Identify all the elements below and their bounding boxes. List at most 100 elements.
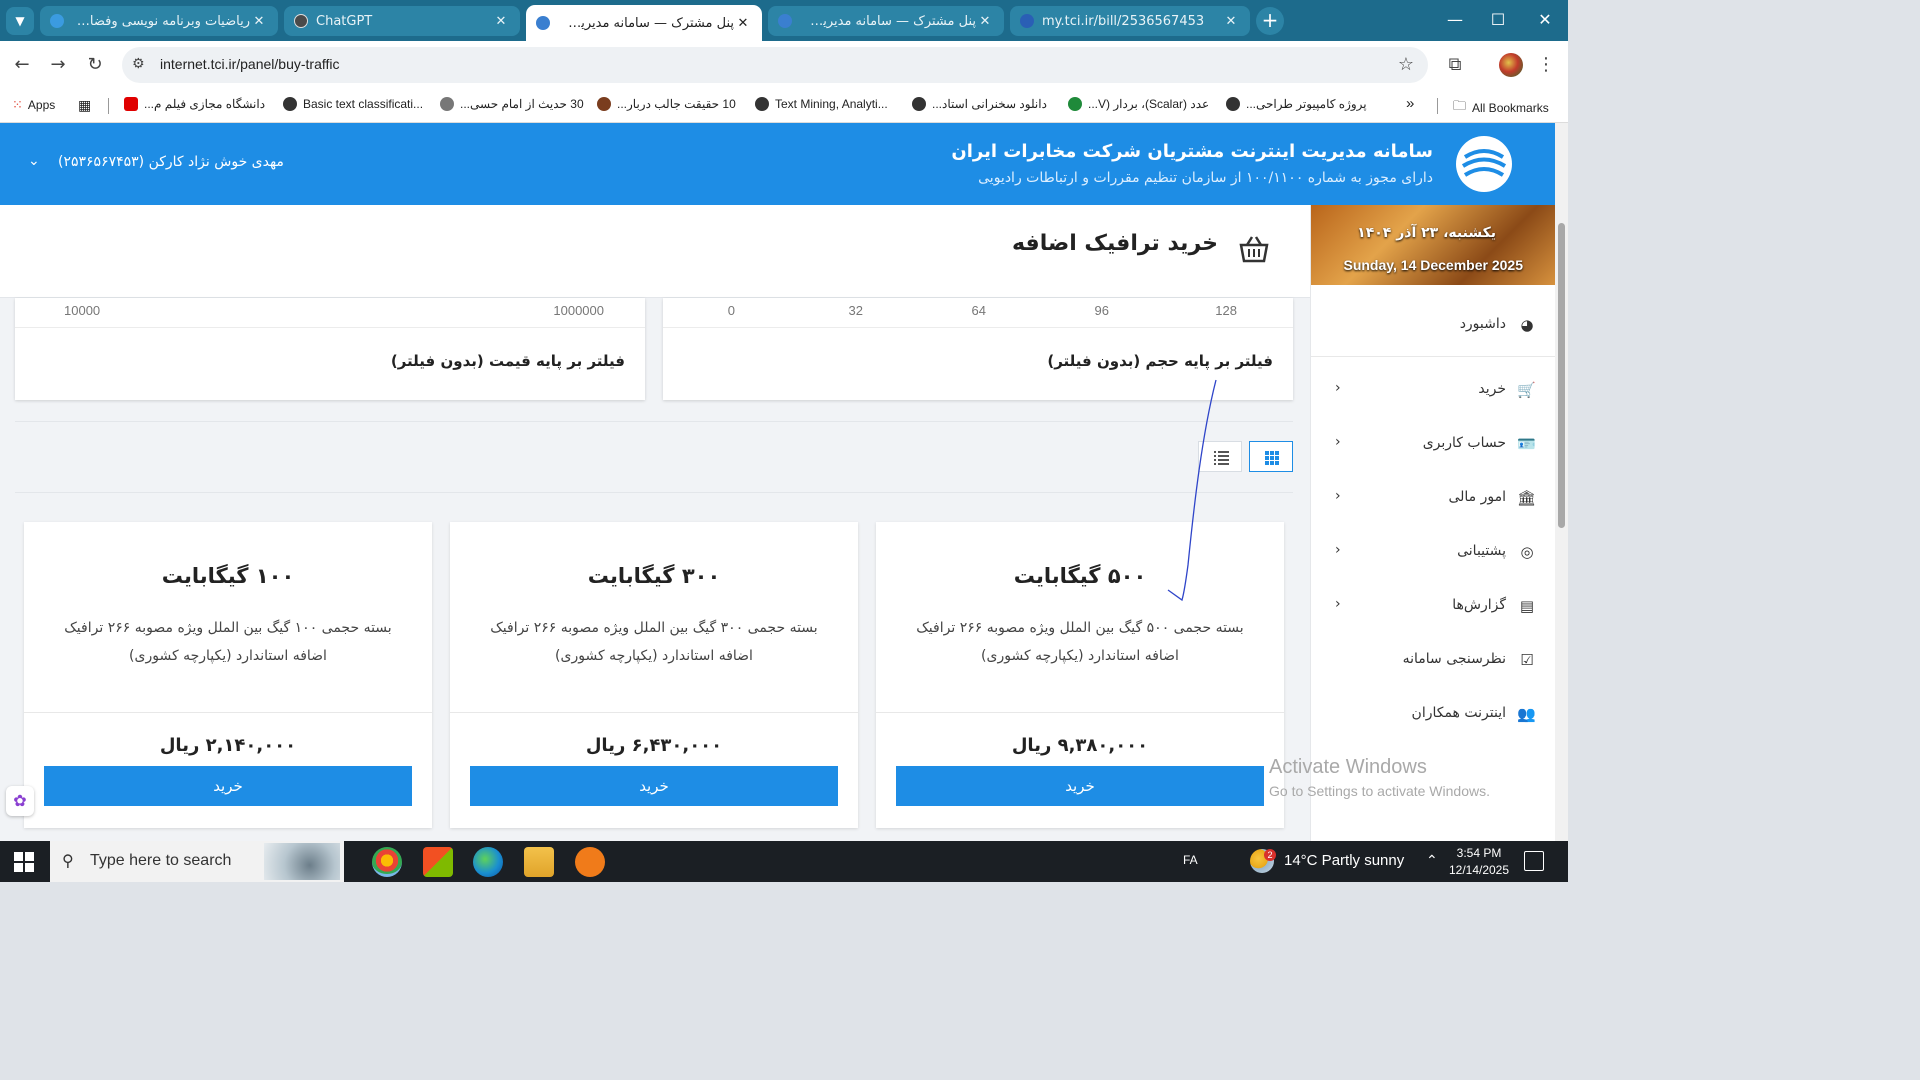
sidebar-item-buy[interactable]: 🛒 خرید ‹ <box>1311 366 1556 416</box>
tab-groups-button[interactable]: ▦ <box>78 97 91 114</box>
tab-title: پنل مشترک — سامانه مدیریت اینت <box>800 13 976 29</box>
chevron-left-icon: ‹ <box>1335 380 1341 396</box>
ai-assistant-icon[interactable]: ✿ <box>6 786 34 816</box>
tab-3-active[interactable]: پنل مشترک — سامانه مدیریت اینت ✕ <box>526 5 762 41</box>
sidebar-item-partners[interactable]: 👥 اینترنت همکاران <box>1311 690 1556 740</box>
activate-windows-watermark: Activate Windows Go to Settings to activ… <box>1269 756 1490 799</box>
tab-1[interactable]: رياضيات وبرنامه نويسی وفضای ج ✕ <box>40 6 278 36</box>
clock[interactable]: 3:54 PM 12/14/2025 <box>1446 845 1512 879</box>
scrollbar-thumb[interactable] <box>1558 223 1565 528</box>
address-bar[interactable]: ⚙ internet.tci.ir/panel/buy-traffic ☆ <box>122 47 1428 83</box>
close-icon[interactable]: ✕ <box>1222 14 1240 29</box>
notification-icon[interactable] <box>1524 851 1544 871</box>
support-icon: ◎ <box>1520 543 1534 561</box>
tab-favicon-icon <box>50 14 64 28</box>
minimize-icon: — <box>1447 10 1463 29</box>
bookmark-item[interactable]: 10 حقیقت جالب دربار... <box>597 97 736 111</box>
app-icon[interactable] <box>575 847 605 877</box>
chatgpt-icon <box>294 14 308 28</box>
forward-button[interactable]: → <box>46 53 70 77</box>
chevron-up-icon[interactable]: ⌃ <box>1426 852 1438 869</box>
bookmark-item[interactable]: Basic text classificati... <box>283 97 423 111</box>
maximize-icon: ☐ <box>1490 10 1506 29</box>
grid-icon: ▦ <box>78 97 92 113</box>
sidebar-item-label: امور مالی <box>1448 489 1506 505</box>
bookmarks-bar: ⁙ Apps ▦ دانشگاه مجازی فیلم م... Basic t… <box>0 89 1568 123</box>
back-button[interactable]: ← <box>10 53 34 77</box>
bookmark-apps[interactable]: ⁙ Apps <box>12 97 55 113</box>
globe-icon <box>283 97 297 111</box>
browser-tab-strip: ▼ رياضيات وبرنامه نويسی وفضای ج ✕ ChatGP… <box>0 0 1568 41</box>
more-bookmarks-button[interactable]: » <box>1406 95 1414 112</box>
sidebar-item-finance[interactable]: 🏛 امور مالی ‹ <box>1311 474 1556 524</box>
sidebar-item-reports[interactable]: ▤ گزارش‌ها ‹ <box>1311 582 1556 632</box>
tab-5[interactable]: my.tci.ir/bill/2536567453 ✕ <box>1010 6 1250 36</box>
bookmark-label: Text Mining, Analyti... <box>775 97 888 111</box>
extensions-button[interactable]: ⧉ <box>1443 53 1467 77</box>
tab-title: رياضيات وبرنامه نويسی وفضای ج <box>72 13 250 29</box>
watermark-subtitle: Go to Settings to activate Windows. <box>1269 783 1490 799</box>
tab-2[interactable]: ChatGPT ✕ <box>284 6 520 36</box>
pen-annotation <box>1167 379 1217 602</box>
minimize-button[interactable]: — <box>1440 8 1470 32</box>
bookmark-item[interactable]: Text Mining, Analyti... <box>755 97 888 111</box>
globe-icon <box>755 97 769 111</box>
globe-icon <box>1226 97 1240 111</box>
sidebar-item-dashboard[interactable]: ◕ داشبورد <box>1311 301 1556 351</box>
sidebar-item-support[interactable]: ◎ پشتیبانی ‹ <box>1311 528 1556 578</box>
close-icon[interactable]: ✕ <box>976 14 994 29</box>
all-bookmarks-button[interactable]: 🗀 All Bookmarks <box>1453 97 1549 119</box>
windows-start-icon[interactable] <box>14 852 34 872</box>
youtube-icon <box>124 97 138 111</box>
bookmark-label: دانلود سخنرانی استاد... <box>932 97 1047 111</box>
check-square-icon: ☑ <box>1520 651 1534 669</box>
reload-icon: ↻ <box>87 54 103 75</box>
sidebar-item-label: اینترنت همکاران <box>1411 705 1506 721</box>
arrow-right-icon: → <box>50 54 66 75</box>
tab-search-button[interactable]: ▼ <box>6 7 34 35</box>
reload-button[interactable]: ↻ <box>83 53 107 77</box>
tab-title: ChatGPT <box>316 13 373 29</box>
close-icon[interactable]: ✕ <box>492 14 510 29</box>
tab-4[interactable]: پنل مشترک — سامانه مدیریت اینت ✕ <box>768 6 1004 36</box>
site-title: سامانه مدیریت اینترنت مشتریان شرکت مخابر… <box>951 141 1433 162</box>
more-vertical-icon: ⋮ <box>1537 54 1555 75</box>
close-window-button[interactable]: ✕ <box>1530 8 1560 32</box>
sidebar-item-survey[interactable]: ☑ نظرسنجی سامانه <box>1311 636 1556 686</box>
close-icon[interactable]: ✕ <box>734 16 752 31</box>
plus-icon: + <box>1261 8 1279 32</box>
chevron-left-icon: ‹ <box>1335 434 1341 450</box>
bookmark-label: 30 حدیث از امام حسی... <box>460 97 584 111</box>
sidebar-item-label: خرید <box>1478 381 1506 397</box>
chrome-app-icon[interactable] <box>372 847 402 877</box>
url-text[interactable]: internet.tci.ir/panel/buy-traffic <box>160 56 340 72</box>
bookmark-item[interactable]: دانشگاه مجازی فیلم م... <box>124 97 265 111</box>
arrow-left-icon: ← <box>14 54 30 75</box>
bookmark-item[interactable]: عدد (Scalar)، بردار (V... <box>1068 97 1209 111</box>
browser-menu-button[interactable]: ⋮ <box>1534 53 1558 77</box>
new-tab-button[interactable]: + <box>1256 7 1284 35</box>
input-language[interactable]: FA <box>1183 853 1198 867</box>
page-scrollbar[interactable] <box>1555 123 1568 841</box>
bookmark-item[interactable]: پروژه کامپیوتر طراحی... <box>1226 97 1367 111</box>
bookmark-item[interactable]: 30 حدیث از امام حسی... <box>440 97 584 111</box>
edge-app-icon[interactable] <box>473 847 503 877</box>
profile-avatar[interactable] <box>1499 53 1523 77</box>
maximize-button[interactable]: ☐ <box>1483 8 1513 32</box>
bookmark-item[interactable]: دانلود سخنرانی استاد... <box>912 97 1047 111</box>
weather-text[interactable]: 14°C Partly sunny <box>1284 852 1404 869</box>
sidebar-item-account[interactable]: 🪪 حساب کاربری ‹ <box>1311 420 1556 470</box>
bookmark-label: عدد (Scalar)، بردار (V... <box>1088 97 1210 111</box>
user-menu[interactable]: مهدی خوش نژاد کارکن (۲۵۳۶۵۶۷۴۵۳) <box>58 154 284 170</box>
site-settings-icon[interactable]: ⚙ <box>132 56 150 74</box>
bookmark-star-icon[interactable]: ☆ <box>1398 54 1414 75</box>
chevron-down-icon[interactable]: ⌄ <box>28 153 40 169</box>
taskbar-search[interactable]: ⚲ Type here to search <box>50 841 344 882</box>
store-app-icon[interactable] <box>423 847 453 877</box>
tci-logo-icon <box>1456 136 1512 192</box>
file-explorer-app-icon[interactable] <box>524 847 554 877</box>
close-icon[interactable]: ✕ <box>250 14 268 29</box>
sidebar-item-label: حساب کاربری <box>1422 435 1506 451</box>
taskbar: ⚲ Type here to search FA 2 14°C Partly s… <box>0 841 1568 882</box>
search-icon: ⚲ <box>62 853 74 870</box>
